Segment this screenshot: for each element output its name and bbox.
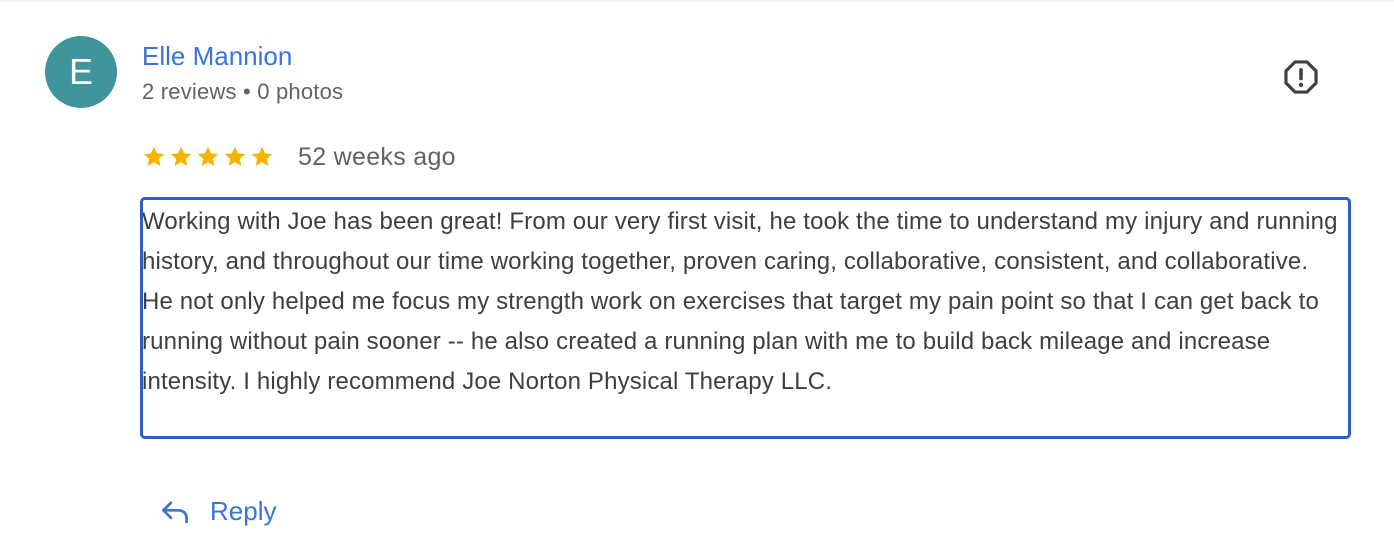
avatar-initial: E xyxy=(68,51,93,92)
star-icon xyxy=(251,146,273,166)
star-rating xyxy=(142,145,274,169)
review-text: Working with Joe has been great! From ou… xyxy=(142,208,1338,395)
star-icon xyxy=(197,146,219,166)
reply-button[interactable]: Reply xyxy=(158,489,276,533)
star-icon xyxy=(170,146,192,166)
reviewer-name-link[interactable]: Elle Mannion xyxy=(142,41,292,71)
star-icon xyxy=(224,146,246,166)
avatar[interactable]: E xyxy=(45,36,117,108)
report-review-button[interactable] xyxy=(1280,56,1322,98)
star-icon xyxy=(143,146,165,166)
review-card: E Elle Mannion 2 reviews • 0 photos 52 w… xyxy=(0,0,1394,554)
reviewer-meta: 2 reviews • 0 photos xyxy=(142,79,344,104)
review-date: 52 weeks ago xyxy=(298,143,456,171)
review-text-selection[interactable]: Working with Joe has been great! From ou… xyxy=(140,197,1351,439)
reply-label: Reply xyxy=(210,496,277,526)
report-flag-icon xyxy=(1284,60,1318,94)
rating-row: 52 weeks ago xyxy=(142,140,456,174)
top-divider xyxy=(0,0,1394,3)
reply-arrow-icon xyxy=(162,501,188,524)
